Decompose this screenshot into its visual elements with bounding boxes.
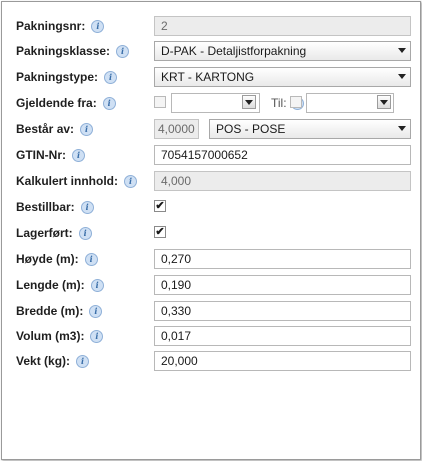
gjeldende-fra-dropdown-button[interactable] <box>242 95 256 109</box>
pakningstype-label: Pakningstype: <box>16 70 99 84</box>
hoyde-input[interactable]: 0,270 <box>154 249 411 269</box>
info-icon[interactable]: i <box>104 70 118 84</box>
info-icon[interactable]: i <box>90 329 104 343</box>
row-bredde: Bredde (m): i 0,330 <box>2 300 422 322</box>
packaging-form-panel: Pakningsnr: i 2 Pakningsklasse: i D-PAK - … <box>1 1 421 460</box>
chevron-down-icon <box>380 100 388 105</box>
row-gjeldende-fra: Gjeldende fra:i Til:i <box>2 92 422 114</box>
info-icon[interactable]: i <box>80 122 94 136</box>
volum-input[interactable]: 0,017 <box>154 326 411 346</box>
info-icon[interactable]: i <box>78 226 92 240</box>
lengde-label: Lengde (m): <box>16 278 85 292</box>
row-lagerfort: Lagerført: i ✔ <box>2 222 422 244</box>
bredde-input[interactable]: 0,330 <box>154 301 411 321</box>
chevron-down-icon <box>245 100 253 105</box>
info-icon[interactable]: i <box>89 304 103 318</box>
pakningstype-value: KRT - KARTONG <box>161 70 255 84</box>
info-icon[interactable]: i <box>76 354 90 368</box>
kalkulert-innhold-label: Kalkulert innhold: <box>16 174 118 188</box>
row-pakningsnr: Pakningsnr: i 2 <box>2 15 422 37</box>
bestar-av-label: Består av: <box>16 122 75 136</box>
pakningsnr-label: Pakningsnr: <box>16 19 86 33</box>
bestillbar-checkbox[interactable]: ✔ <box>154 200 166 212</box>
row-lengde: Lengde (m): i 0,190 <box>2 274 422 296</box>
pakningstype-select[interactable]: KRT - KARTONG <box>154 67 411 87</box>
info-icon[interactable]: i <box>116 44 130 58</box>
info-icon[interactable]: i <box>72 148 85 162</box>
info-icon[interactable]: i <box>84 252 98 266</box>
info-icon[interactable]: i <box>102 96 116 110</box>
row-pakningstype: Pakningstype: i KRT - KARTONG <box>2 66 422 88</box>
bestar-av-unit-select[interactable]: POS - POSE <box>209 119 411 139</box>
til-dropdown-button[interactable] <box>377 95 391 109</box>
row-kalkulert-innhold: Kalkulert innhold: i 4,000 <box>2 170 422 192</box>
til-label: Til: <box>271 96 287 110</box>
vekt-label: Vekt (kg): <box>16 354 71 368</box>
bestillbar-label: Bestillbar: <box>16 200 75 214</box>
lengde-input[interactable]: 0,190 <box>154 275 411 295</box>
row-bestillbar: Bestillbar: i ✔ <box>2 196 422 218</box>
chevron-down-icon <box>398 48 406 53</box>
gtin-input[interactable]: 7054157000652 <box>154 145 411 165</box>
gjeldende-fra-checkbox[interactable] <box>154 96 166 108</box>
row-volum: Volum (m3): i 0,017 <box>2 325 422 347</box>
bestar-av-unit-value: POS - POSE <box>216 122 286 136</box>
hoyde-label: Høyde (m): <box>16 252 79 266</box>
info-icon[interactable]: i <box>90 278 104 292</box>
row-pakningsklasse: Pakningsklasse: i D-PAK - Detaljistforpak… <box>2 40 422 62</box>
info-icon[interactable]: i <box>80 200 94 214</box>
info-icon[interactable]: i <box>124 174 137 188</box>
chevron-down-icon <box>398 126 406 131</box>
row-bestar-av: Består av: i 4,0000 POS - POSE <box>2 118 422 140</box>
info-icon[interactable]: i <box>91 19 105 33</box>
chevron-down-icon <box>398 74 406 79</box>
vekt-input[interactable]: 20,000 <box>154 351 411 371</box>
volum-label: Volum (m3): <box>16 329 85 343</box>
row-hoyde: Høyde (m): i 0,270 <box>2 248 422 270</box>
row-gtin: GTIN-Nr: i 7054157000652 <box>2 144 422 166</box>
gjeldende-fra-label: Gjeldende fra: <box>16 96 97 110</box>
gtin-label: GTIN-Nr: <box>16 148 66 162</box>
kalkulert-innhold-field: 4,000 <box>154 171 411 191</box>
lagerfort-checkbox[interactable]: ✔ <box>154 226 166 238</box>
pakningsklasse-select[interactable]: D-PAK - Detaljistforpakning <box>154 41 411 61</box>
lagerfort-label: Lagerført: <box>16 226 73 240</box>
bredde-label: Bredde (m): <box>16 304 84 318</box>
pakningsklasse-label: Pakningsklasse: <box>16 44 111 58</box>
pakningsklasse-value: D-PAK - Detaljistforpakning <box>161 44 307 58</box>
til-checkbox[interactable] <box>290 96 302 108</box>
bestar-av-quantity-field: 4,0000 <box>154 119 199 139</box>
row-vekt: Vekt (kg): i 20,000 <box>2 350 422 372</box>
pakningsnr-field: 2 <box>154 16 411 36</box>
